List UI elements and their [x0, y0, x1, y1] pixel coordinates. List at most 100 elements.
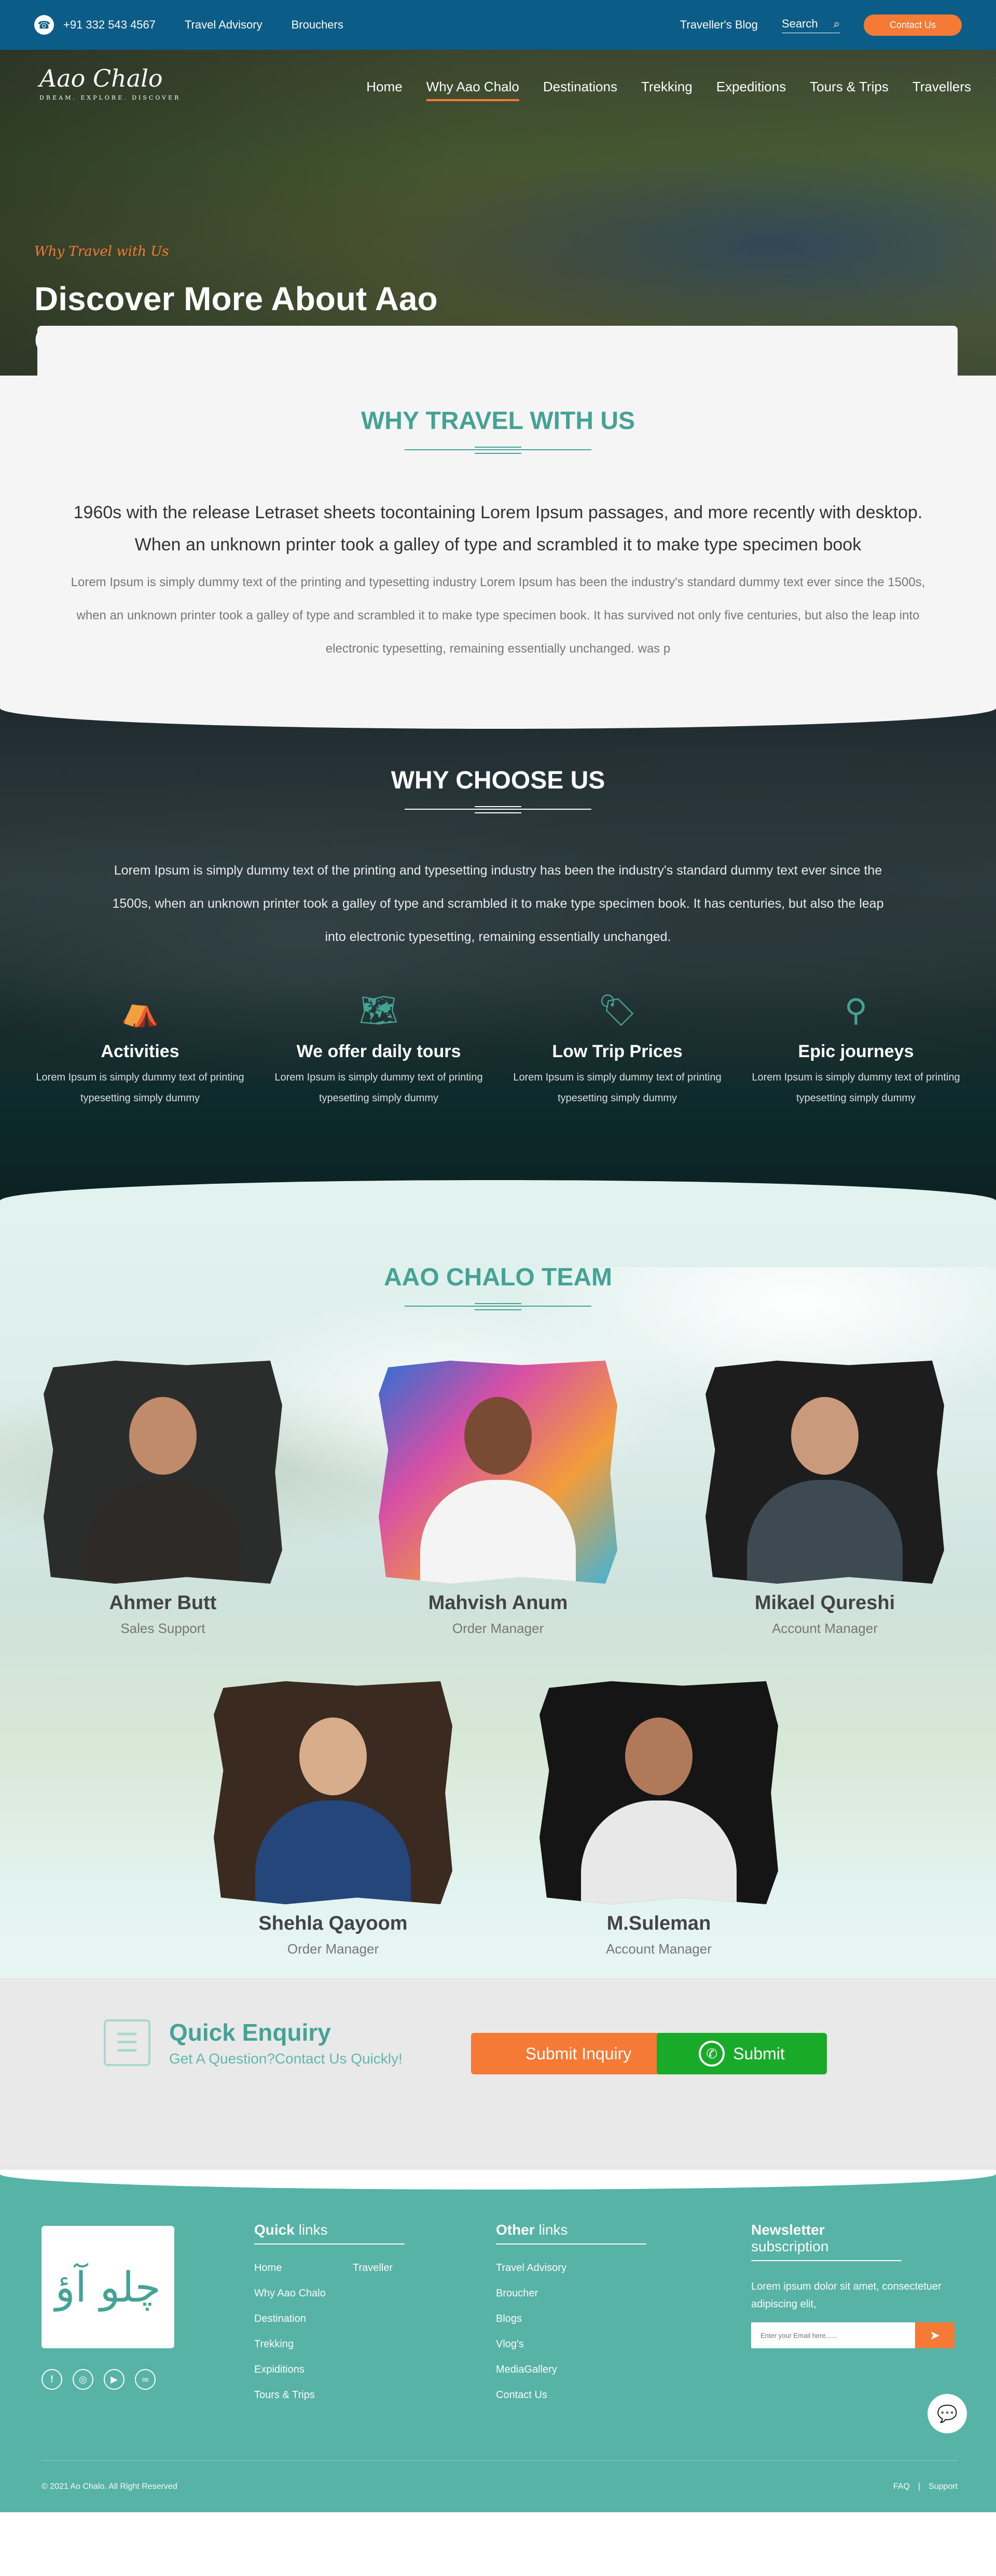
nav-why-aao-chalo[interactable]: Why Aao Chalo	[426, 79, 519, 101]
tripadvisor-icon[interactable]: ∞	[135, 2369, 156, 2390]
footer-bottom-bar: © 2021 Ao Chalo. All Right Reserved FAQ …	[42, 2460, 958, 2512]
logo-mark: Aao Chalo	[39, 64, 163, 92]
member-role: Order Manager	[452, 1621, 544, 1636]
whatsapp-submit-label: Submit	[733, 2044, 785, 2063]
footer-link-why-aao-chalo[interactable]: Why Aao Chalo	[254, 2288, 353, 2300]
why-choose-section: WHY CHOOSE US Lorem Ipsum is simply dumm…	[0, 707, 996, 1205]
why-travel-section: WHY TRAVEL WITH US 1960s with the releas…	[0, 326, 996, 707]
footer-link-tours-trips[interactable]: Tours & Trips	[254, 2389, 353, 2401]
feature-desc: Lorem Ipsum is simply dummy text of prin…	[274, 1072, 483, 1104]
footer-link-expiditions[interactable]: Expiditions	[254, 2364, 353, 2376]
support-link[interactable]: Support	[929, 2482, 958, 2491]
enquiry-subtitle: Get A Question?Contact Us Quickly!	[169, 2051, 403, 2067]
enquiry-heading: ☰ Quick Enquiry Get A Question?Contact U…	[104, 2018, 403, 2067]
title-divider	[405, 806, 591, 813]
travel-advisory-link[interactable]: Travel Advisory	[185, 18, 262, 32]
avatar	[791, 1397, 859, 1475]
chat-icon[interactable]: 💬	[928, 2394, 967, 2433]
quick-links-column: Quick links Home Traveller Why Aao Chalo…	[254, 2222, 451, 2401]
team-title: AAO CHALO TEAM	[384, 1264, 612, 1291]
phone-icon: ☎	[34, 15, 54, 35]
member-name: Shehla Qayoom	[258, 1913, 408, 1934]
phone-contact[interactable]: ☎ +91 332 543 4567	[34, 15, 156, 35]
member-name: M.Suleman	[606, 1913, 711, 1934]
nav-tours-trips[interactable]: Tours & Trips	[810, 79, 889, 101]
features-row: ⛺ Activities Lorem Ipsum is simply dummy…	[0, 990, 996, 1109]
wave-divider	[0, 1180, 996, 1205]
feature-desc: Lorem Ipsum is simply dummy text of prin…	[513, 1072, 722, 1104]
why-choose-body: Lorem Ipsum is simply dummy text of the …	[112, 863, 884, 944]
newsletter-submit-button[interactable]: ➤	[915, 2322, 955, 2348]
enquiry-form-icon: ☰	[104, 2019, 150, 2066]
nav-destinations[interactable]: Destinations	[543, 79, 617, 101]
card-top-edge	[37, 326, 958, 376]
site-footer: چلو آؤ f ◎ ▶ ∞ Quick links Home Travelle…	[0, 2170, 996, 2512]
enquiry-title: Quick Enquiry	[169, 2019, 331, 2046]
faq-link[interactable]: FAQ	[893, 2482, 910, 2491]
youtube-icon[interactable]: ▶	[104, 2369, 125, 2390]
footer-logo[interactable]: چلو آؤ	[42, 2226, 174, 2348]
quick-links-list: Home Traveller Why Aao Chalo Destination…	[254, 2262, 451, 2401]
quick-links-heading: Quick links	[254, 2222, 405, 2245]
footer-link-broucher[interactable]: Broucher	[496, 2288, 646, 2300]
footer-link-home[interactable]: Home	[254, 2262, 353, 2274]
instagram-icon[interactable]: ◎	[73, 2369, 93, 2390]
member-photo	[540, 1681, 778, 1904]
footer-link-contact-us[interactable]: Contact Us	[496, 2389, 646, 2401]
contact-us-button[interactable]: Contact Us	[863, 14, 962, 36]
member-role: Sales Support	[120, 1621, 205, 1636]
phone-number: +91 332 543 4567	[63, 18, 156, 31]
why-travel-lead: 1960s with the release Letraset sheets t…	[73, 503, 923, 555]
route-icon: ⚲	[845, 993, 867, 1028]
newsletter-email-input[interactable]	[751, 2322, 915, 2348]
site-logo[interactable]: Aao Chalo DREAM. EXPLORE. DISCOVER	[39, 64, 181, 101]
feature-activities: ⛺ Activities Lorem Ipsum is simply dummy…	[31, 990, 249, 1109]
travellers-blog-link[interactable]: Traveller's Blog	[680, 18, 758, 32]
team-section: AAO CHALO TEAM Ahmer Butt Sales Support …	[0, 1205, 996, 1978]
avatar	[299, 1718, 367, 1795]
other-links-heading: Other links	[496, 2222, 646, 2245]
footer-link-vlogs[interactable]: Vlog's	[496, 2338, 646, 2350]
footer-separator: |	[918, 2482, 920, 2491]
logo-tagline: DREAM. EXPLORE. DISCOVER	[39, 94, 181, 101]
footer-link-destination[interactable]: Destination	[254, 2313, 353, 2325]
member-name: Mikael Qureshi	[754, 1592, 895, 1614]
social-links: f ◎ ▶ ∞	[42, 2369, 156, 2390]
search-box[interactable]: Search ⌕	[781, 17, 840, 33]
other-links-list: Travel Advisory Broucher Blogs Vlog's Me…	[496, 2262, 646, 2401]
tent-icon: ⛺	[120, 993, 160, 1028]
feature-name: Epic journeys	[798, 1042, 914, 1061]
title-divider	[405, 447, 591, 454]
feature-daily-tours: 🗺 We offer daily tours Lorem Ipsum is si…	[270, 990, 488, 1109]
footer-link-media-gallery[interactable]: MediaGallery	[496, 2364, 646, 2376]
nav-trekking[interactable]: Trekking	[641, 79, 693, 101]
feature-name: Low Trip Prices	[552, 1042, 683, 1061]
nav-home[interactable]: Home	[366, 79, 402, 101]
search-icon[interactable]: ⌕	[834, 17, 840, 31]
nav-expeditions[interactable]: Expeditions	[716, 79, 786, 101]
footer-link-trekking[interactable]: Trekking	[254, 2338, 353, 2350]
newsletter-heading: Newsletter subscription	[751, 2222, 902, 2261]
footer-link-traveller[interactable]: Traveller	[353, 2262, 451, 2274]
facebook-icon[interactable]: f	[42, 2369, 62, 2390]
team-member-card: M.Suleman Account Manager	[529, 1681, 789, 1957]
member-photo	[706, 1361, 944, 1584]
member-name: Ahmer Butt	[109, 1592, 217, 1614]
quick-enquiry-section: ☰ Quick Enquiry Get A Question?Contact U…	[0, 1978, 996, 2170]
copyright-text: © 2021 Ao Chalo. All Right Reserved	[42, 2482, 177, 2491]
feature-epic-journeys: ⚲ Epic journeys Lorem Ipsum is simply du…	[747, 990, 965, 1109]
nav-travellers[interactable]: Travellers	[912, 79, 971, 101]
feature-name: We offer daily tours	[296, 1042, 461, 1061]
footer-link-blogs[interactable]: Blogs	[496, 2313, 646, 2325]
brouchers-link[interactable]: Brouchers	[292, 18, 343, 32]
submit-inquiry-button[interactable]: Submit Inquiry	[471, 2033, 686, 2074]
member-role: Account Manager	[772, 1621, 878, 1636]
member-photo	[214, 1681, 452, 1904]
member-role: Account Manager	[606, 1941, 712, 1957]
footer-link-travel-advisory[interactable]: Travel Advisory	[496, 2262, 646, 2274]
team-member-card: Mikael Qureshi Account Manager	[695, 1361, 955, 1637]
feature-desc: Lorem Ipsum is simply dummy text of prin…	[752, 1072, 960, 1104]
member-photo	[379, 1361, 617, 1584]
title-divider	[405, 1303, 591, 1310]
whatsapp-submit-button[interactable]: ✆ Submit	[657, 2033, 827, 2074]
